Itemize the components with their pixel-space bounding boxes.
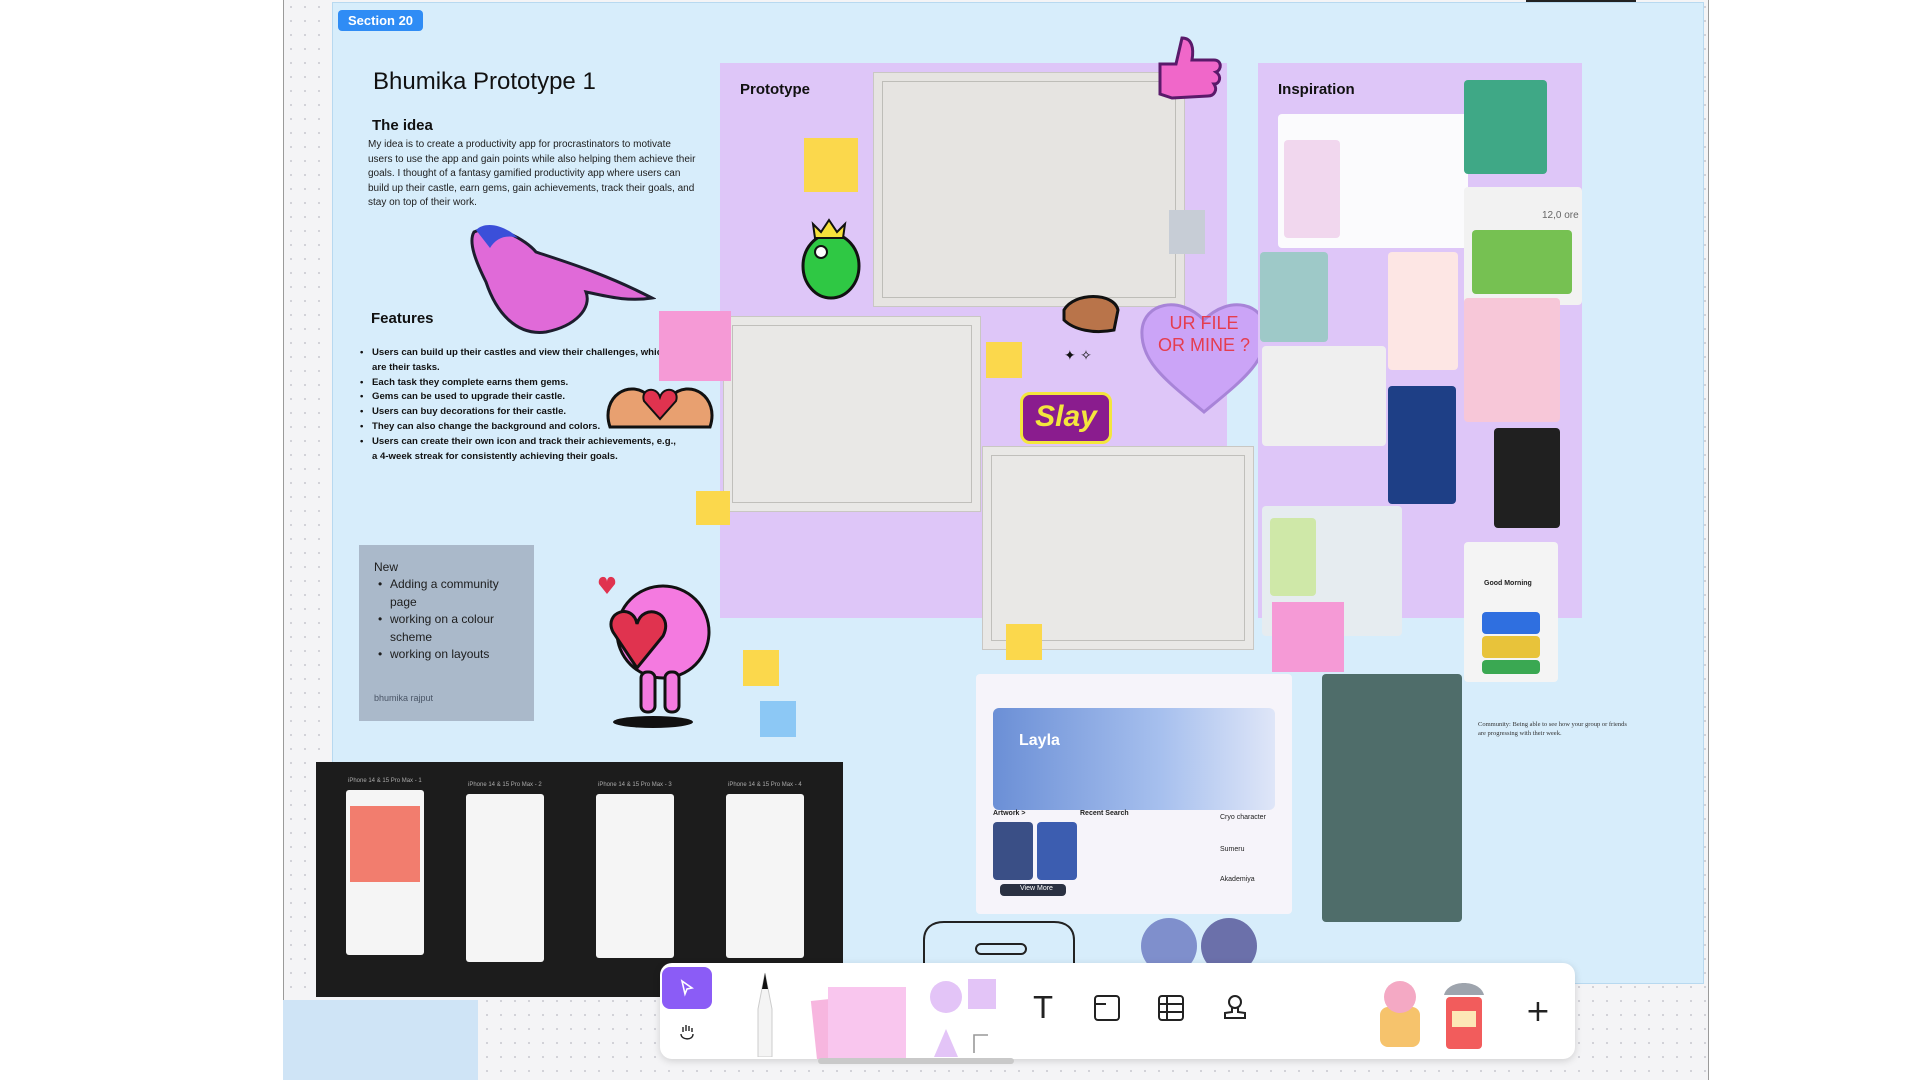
inspiration-card [1284, 140, 1340, 238]
sketch-shop-page[interactable] [723, 316, 981, 512]
sticky-note-blue[interactable] [760, 701, 796, 737]
hand-tool[interactable] [662, 1011, 712, 1053]
creation-toolbar: T + [660, 963, 1575, 1059]
sticky-notes-icon [810, 987, 906, 1059]
hero-title: Layla [1019, 732, 1060, 749]
new-note-title: New [374, 560, 399, 574]
inspiration-card [1482, 636, 1540, 658]
widgets-icon [1444, 983, 1484, 1049]
frame-tool[interactable] [1084, 985, 1130, 1031]
feature-item: Users can create their own icon and trac… [360, 435, 680, 465]
cursor-icon [680, 979, 694, 997]
sticky-note-tool[interactable] [810, 979, 910, 1059]
frame-icon [1094, 995, 1120, 1021]
stickers-icon [1380, 981, 1420, 1047]
inspiration-card [1472, 230, 1572, 294]
inspiration-card[interactable] [1260, 252, 1328, 342]
hug-heart-sticker[interactable] [593, 572, 718, 728]
result-item: Sumeru [1220, 846, 1245, 853]
inspiration-card [1482, 612, 1540, 634]
section-tag[interactable]: Section 20 [338, 10, 424, 31]
shapes-tool[interactable] [928, 973, 998, 1057]
inspiration-card[interactable] [1494, 428, 1560, 528]
prototype-label: Prototype [740, 81, 811, 98]
view-more-label: View More [1020, 885, 1053, 892]
sketch-home-page[interactable] [873, 72, 1185, 307]
hand-icon [680, 1025, 694, 1040]
sprinkle-hand-sticker[interactable]: ✦ ✧ [1054, 290, 1124, 380]
sticky-note-pink[interactable] [1272, 602, 1344, 672]
sticky-note-yellow[interactable] [743, 650, 779, 686]
slay-sticker[interactable]: Slay [1020, 392, 1112, 444]
wireframe-caption: iPhone 14 & 15 Pro Max - 1 [348, 778, 422, 784]
sticky-note-yellow[interactable] [986, 342, 1022, 378]
new-note-author: bhumika rajput [374, 693, 434, 703]
heart-hands-sticker[interactable] [600, 357, 720, 437]
select-tool[interactable] [662, 967, 712, 1009]
new-note-list: Adding a community page working on a col… [378, 576, 528, 664]
recent-search-label: Recent Search [1080, 810, 1129, 817]
sticky-note-yellow[interactable] [696, 491, 730, 525]
add-tool[interactable]: + [1515, 988, 1561, 1034]
pen-icon [757, 972, 773, 1057]
widgets-tool[interactable] [1434, 975, 1494, 1055]
wireframe-caption: iPhone 14 & 15 Pro Max - 2 [468, 782, 542, 788]
pen-tool[interactable] [740, 969, 790, 1057]
time-label: 12,0 ore [1542, 210, 1579, 221]
hero-banner [993, 708, 1275, 810]
idea-paragraph[interactable]: My idea is to create a productivity app … [368, 138, 698, 211]
home-indicator [818, 1058, 1014, 1064]
artwork-thumb [993, 822, 1033, 880]
offscreen-frame[interactable] [283, 1000, 478, 1080]
good-morning-label: Good Morning [1484, 580, 1532, 587]
sticky-note-yellow[interactable] [804, 138, 858, 192]
thumbs-up-sticker[interactable] [1152, 34, 1224, 110]
inspiration-card[interactable] [1464, 298, 1560, 422]
artwork-thumb [1037, 822, 1077, 880]
stamp-tool[interactable] [1212, 985, 1258, 1031]
wireframe-caption: iPhone 14 & 15 Pro Max - 3 [598, 782, 672, 788]
inspiration-label: Inspiration [1278, 81, 1355, 98]
wireframe-phone[interactable] [466, 794, 544, 962]
artwork-label: Artwork > [993, 810, 1026, 817]
new-note-item: working on layouts [378, 646, 528, 664]
sticky-note-gray[interactable] [1169, 210, 1205, 254]
table-icon [1158, 995, 1184, 1021]
new-note-item: working on a colour scheme [378, 611, 528, 646]
features-heading[interactable]: Features [371, 310, 434, 327]
inspiration-card [1482, 660, 1540, 674]
text-tool[interactable]: T [1020, 985, 1066, 1031]
canvas-page: Section 20 Bhumika Prototype 1 The idea … [0, 0, 1920, 1080]
inspiration-card[interactable] [1262, 346, 1386, 446]
table-tool[interactable] [1148, 985, 1194, 1031]
result-item: Akademiya [1220, 876, 1255, 883]
page-title[interactable]: Bhumika Prototype 1 [373, 68, 596, 96]
sticky-note-yellow[interactable] [1006, 624, 1042, 660]
inspiration-card[interactable] [1464, 80, 1547, 174]
plus-icon: + [1525, 993, 1551, 1029]
inspiration-card[interactable] [1388, 252, 1458, 370]
inspiration-card [1270, 518, 1316, 596]
stamp-icon [1224, 995, 1246, 1019]
text-icon: T [1033, 990, 1053, 1026]
wireframe-caption: iPhone 14 & 15 Pro Max - 4 [728, 782, 802, 788]
inspiration-card[interactable] [1388, 386, 1456, 504]
stickers-tool[interactable] [1372, 977, 1430, 1053]
new-note-item: Adding a community page [378, 576, 528, 611]
candy-heart-text: UR FILE OR MINE ? [1157, 313, 1250, 355]
pointing-hand-sticker[interactable] [466, 222, 656, 346]
result-item: Cryo character [1220, 814, 1266, 821]
wireframe-phone[interactable] [596, 794, 674, 958]
wireframe-phone[interactable] [726, 794, 804, 958]
svg-text:✦ ✧: ✦ ✧ [1064, 348, 1092, 364]
community-note[interactable]: Community: Being able to see how your gr… [1478, 720, 1628, 738]
frog-sticker[interactable] [797, 216, 863, 302]
shapes-icon [930, 979, 996, 1057]
castle-image [350, 806, 420, 882]
game-map-screenshots[interactable] [1322, 674, 1462, 922]
sketch-profile-page[interactable] [982, 446, 1254, 650]
idea-heading[interactable]: The idea [372, 117, 433, 134]
